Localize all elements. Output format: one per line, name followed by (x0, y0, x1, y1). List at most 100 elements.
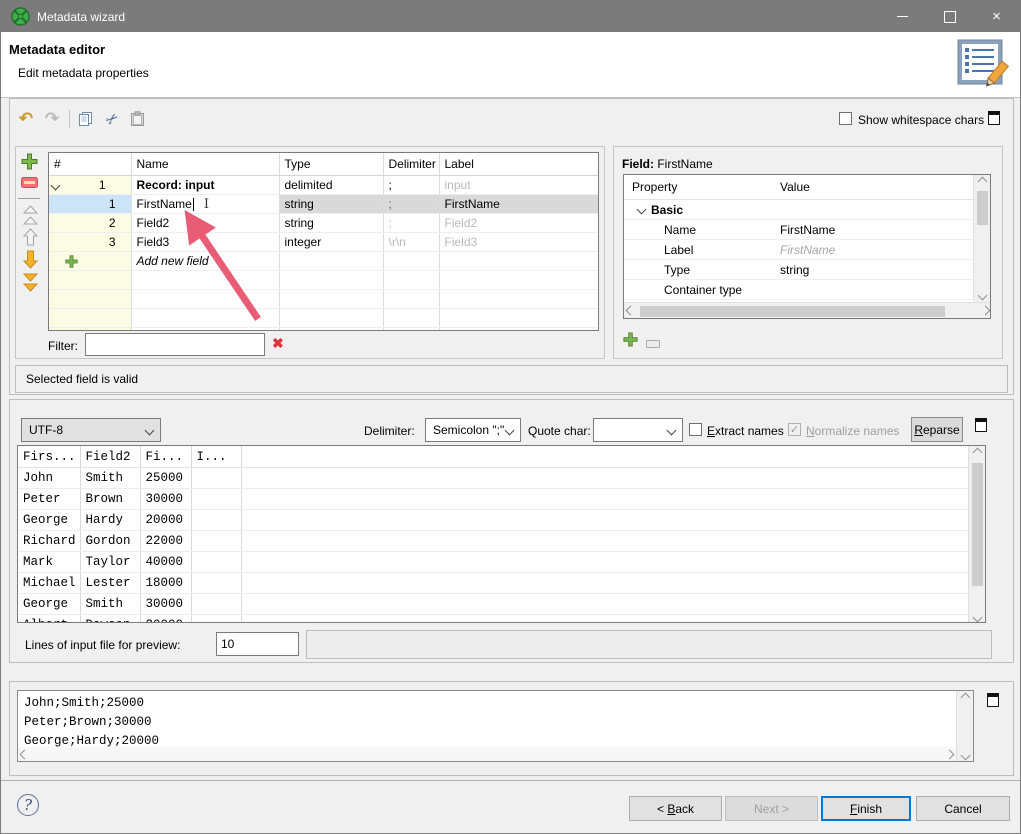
scrollbar-thumb[interactable] (640, 306, 945, 317)
field-delimiter-cell[interactable]: \r\n (383, 233, 439, 252)
clear-filter-button[interactable]: ✖ (272, 335, 284, 352)
next-button[interactable]: Next > (725, 796, 818, 821)
data-preview-table: Firs...Field2Fi...I... JohnSmith25000Pet… (17, 445, 986, 623)
property-value-cell[interactable] (772, 280, 973, 300)
scroll-up-icon[interactable] (977, 177, 987, 187)
field-type-cell[interactable]: string (279, 214, 383, 233)
move-down-button[interactable] (22, 250, 39, 272)
field-delimiter-cell[interactable]: ; (383, 214, 439, 233)
remove-field-button[interactable] (21, 177, 38, 191)
property-row[interactable]: Typestring (624, 260, 973, 280)
redo-button[interactable]: ↷ (41, 108, 63, 130)
move-up-button[interactable] (22, 228, 39, 250)
scroll-up-icon[interactable] (972, 448, 982, 458)
field-name-cell[interactable]: Field3 (131, 233, 279, 252)
preview-vertical-scrollbar[interactable] (968, 446, 985, 623)
preview-lines-input[interactable] (216, 632, 299, 656)
raw-vertical-scrollbar[interactable] (956, 691, 973, 762)
quote-char-select[interactable] (593, 418, 683, 442)
col-header-name[interactable]: Name (131, 153, 279, 176)
encoding-select[interactable]: UTF-8 (21, 418, 161, 442)
delimiter-select[interactable]: Semicolon ";" (425, 418, 521, 442)
scroll-down-icon[interactable] (960, 751, 970, 761)
property-row[interactable]: LabelFirstName (624, 240, 973, 260)
back-button[interactable]: < Back (629, 796, 722, 821)
record-type-cell[interactable]: delimited (279, 176, 383, 195)
scroll-right-icon[interactable] (981, 306, 991, 316)
field-label-cell[interactable]: Field3 (439, 233, 599, 252)
record-name-cell[interactable]: Record: input (131, 176, 279, 195)
copy-button[interactable] (75, 108, 97, 130)
add-new-field-row[interactable]: Add new field (49, 252, 599, 271)
col-header-delimiter[interactable]: Delimiter (383, 153, 439, 176)
properties-horizontal-scrollbar[interactable] (624, 302, 991, 318)
finish-button[interactable]: Finish (821, 796, 911, 821)
close-button[interactable]: × (973, 1, 1020, 32)
minimize-button[interactable] (879, 1, 926, 32)
add-property-button[interactable] (623, 332, 638, 350)
record-label-cell[interactable]: input (439, 176, 599, 195)
clover-app-icon (11, 7, 30, 26)
scrollbar-thumb[interactable] (977, 191, 988, 225)
collapse-chevron-icon[interactable] (637, 205, 647, 215)
maximize-panel-icon[interactable] (987, 693, 999, 707)
raw-horizontal-scrollbar[interactable] (18, 747, 956, 761)
scroll-left-icon[interactable] (626, 306, 636, 316)
help-button[interactable]: ? (17, 794, 39, 816)
col-header-label[interactable]: Label (439, 153, 599, 176)
col-header-num[interactable]: # (49, 153, 131, 176)
cut-button[interactable]: ✂ (101, 108, 123, 130)
expand-chevron-icon[interactable] (51, 180, 61, 190)
title-bar[interactable]: Metadata wizard × (1, 1, 1020, 32)
maximize-button[interactable] (926, 1, 973, 32)
field-row[interactable]: 1FirstNameIstring;FirstName (49, 195, 599, 214)
field-row[interactable]: 2Field2string;Field2 (49, 214, 599, 233)
cancel-button[interactable]: Cancel (916, 796, 1010, 821)
property-row[interactable]: NameFirstName (624, 220, 973, 240)
field-label-cell[interactable]: FirstName (439, 195, 599, 214)
field-type-cell[interactable]: integer (279, 233, 383, 252)
add-field-button[interactable] (21, 153, 38, 173)
extract-names-checkbox[interactable] (689, 423, 702, 436)
property-column-header[interactable]: Property (624, 175, 772, 200)
preview-column-header[interactable]: Fi... (140, 446, 191, 468)
scroll-down-icon[interactable] (972, 613, 982, 623)
property-value-cell[interactable]: FirstName (772, 240, 973, 260)
reparse-button[interactable]: Reparse (911, 417, 963, 442)
field-delimiter-cell[interactable]: ; (383, 195, 439, 214)
scroll-left-icon[interactable] (20, 749, 30, 759)
col-header-type[interactable]: Type (279, 153, 383, 176)
move-bottom-button[interactable] (22, 272, 39, 295)
scroll-right-icon[interactable] (945, 749, 955, 759)
property-row[interactable]: Container type (624, 280, 973, 300)
move-top-button[interactable] (22, 204, 39, 229)
preview-column-header[interactable]: Field2 (80, 446, 140, 468)
raw-preview-textarea[interactable]: John;Smith;25000Peter;Brown;30000George;… (17, 690, 974, 762)
field-row[interactable]: 3Field3integer\r\nField3 (49, 233, 599, 252)
maximize-panel-icon[interactable] (975, 418, 987, 432)
field-label-cell[interactable]: Field2 (439, 214, 599, 233)
property-value-cell[interactable]: string (772, 260, 973, 280)
value-column-header[interactable]: Value (772, 175, 973, 200)
preview-column-header[interactable]: I... (191, 446, 241, 468)
undo-button[interactable]: ↶ (15, 108, 37, 130)
record-delimiter-cell[interactable]: ; (383, 176, 439, 195)
normalize-names-checkbox[interactable]: ✓ (788, 423, 801, 436)
field-type-cell[interactable]: string (279, 195, 383, 214)
property-value-cell[interactable]: FirstName (772, 220, 973, 240)
remove-property-button[interactable] (646, 337, 660, 351)
property-group-row[interactable]: Basic (624, 200, 973, 220)
properties-vertical-scrollbar[interactable] (973, 175, 990, 302)
record-row[interactable]: 1 Record: input delimited ; input (49, 176, 599, 195)
field-name-cell[interactable]: Field2 (131, 214, 279, 233)
add-new-field-label[interactable]: Add new field (131, 252, 279, 271)
show-whitespace-checkbox[interactable] (839, 112, 852, 125)
preview-column-header[interactable]: Firs... (18, 446, 80, 468)
filter-input[interactable] (85, 333, 265, 356)
scroll-down-icon[interactable] (977, 291, 987, 301)
scrollbar-thumb[interactable] (972, 463, 983, 586)
maximize-panel-icon[interactable] (988, 111, 1000, 125)
paste-button[interactable] (126, 108, 148, 130)
field-name-cell[interactable]: FirstNameI (131, 195, 279, 214)
scroll-up-icon[interactable] (960, 693, 970, 703)
